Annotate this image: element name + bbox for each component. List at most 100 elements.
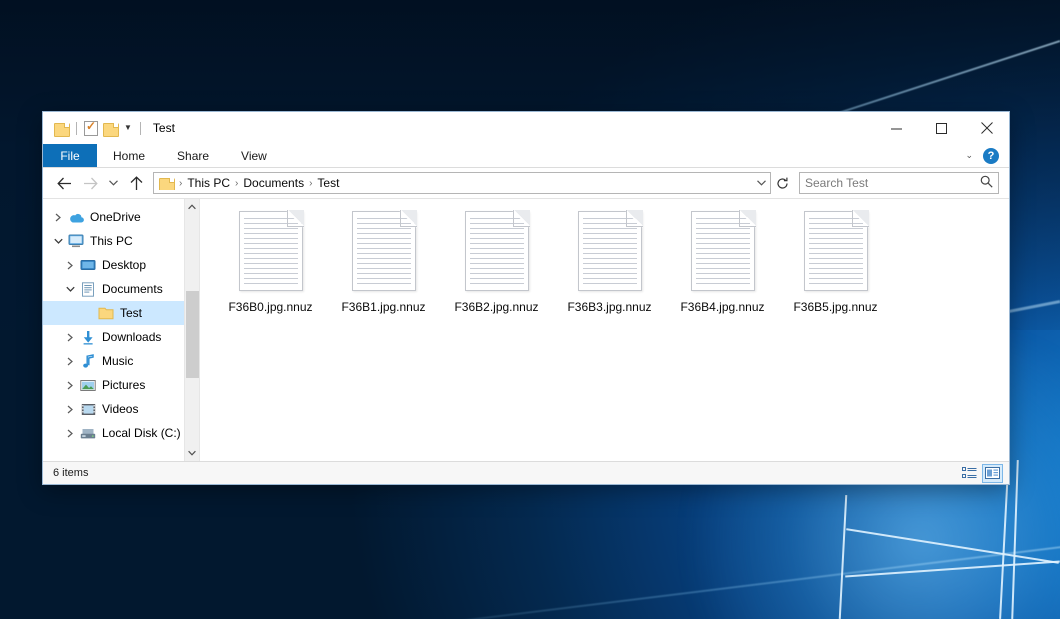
sidebar-item-documents[interactable]: Documents [43, 277, 199, 301]
thispc-icon [67, 234, 85, 248]
videos-icon [79, 403, 97, 416]
expander-chevron-icon[interactable] [61, 357, 79, 366]
tab-view[interactable]: View [225, 144, 283, 167]
file-name: F36B1.jpg.nnuz [341, 300, 425, 314]
address-bar: › This PC › Documents › Test [43, 168, 1009, 198]
folder-icon [97, 306, 115, 320]
breadcrumb-item-this-pc[interactable]: This PC [183, 176, 234, 190]
recent-locations-button[interactable] [103, 171, 123, 195]
search-box[interactable] [799, 172, 999, 194]
file-list-area[interactable]: F36B0.jpg.nnuz F36B1.jpg.nnuz [199, 199, 1009, 461]
scroll-down-arrow-icon[interactable] [185, 445, 200, 461]
sidebar-item-label: This PC [85, 234, 133, 248]
scrollbar-thumb[interactable] [186, 291, 199, 378]
view-toggle-group [959, 464, 1003, 483]
music-icon [79, 354, 97, 369]
sidebar-item-music[interactable]: Music [43, 349, 199, 373]
divider [76, 122, 77, 135]
list-item[interactable]: F36B4.jpg.nnuz [666, 207, 779, 327]
unknown-file-icon [465, 211, 529, 291]
expander-chevron-icon[interactable] [61, 405, 79, 414]
file-name: F36B4.jpg.nnuz [680, 300, 764, 314]
downloads-icon [79, 330, 97, 345]
expander-chevron-icon[interactable] [61, 333, 79, 342]
file-name: F36B0.jpg.nnuz [228, 300, 312, 314]
breadcrumb-folder-icon[interactable] [159, 177, 174, 190]
sidebar-item-downloads[interactable]: Downloads [43, 325, 199, 349]
title-bar: ▼ Test [43, 112, 1009, 144]
list-item[interactable]: F36B5.jpg.nnuz [779, 207, 892, 327]
sidebar-item-onedrive[interactable]: OneDrive [43, 205, 199, 229]
window-title: Test [153, 121, 175, 135]
scrollbar-track[interactable] [185, 215, 200, 445]
refresh-button[interactable] [771, 172, 793, 194]
divider [140, 122, 141, 135]
breadcrumb: › This PC › Documents › Test [154, 176, 752, 190]
sidebar-item-desktop[interactable]: Desktop [43, 253, 199, 277]
unknown-file-icon [691, 211, 755, 291]
sidebar-item-label: Videos [97, 402, 138, 416]
scroll-up-arrow-icon[interactable] [185, 199, 200, 215]
navigation-pane: OneDrive This PC [43, 199, 199, 461]
expander-chevron-icon[interactable] [49, 213, 67, 222]
expander-chevron-icon[interactable] [61, 261, 79, 270]
sidebar-item-label: Desktop [97, 258, 146, 272]
list-item[interactable]: F36B0.jpg.nnuz [214, 207, 327, 327]
sidebar-item-label: Documents [97, 282, 163, 296]
large-icons-view-button[interactable] [982, 464, 1003, 483]
expander-chevron-icon[interactable] [49, 238, 67, 245]
customize-chevron-icon[interactable]: ▼ [123, 124, 133, 132]
sidebar-item-label: Downloads [97, 330, 161, 344]
sidebar-item-label: Test [115, 306, 142, 320]
forward-button[interactable] [77, 171, 103, 195]
tab-home[interactable]: Home [97, 144, 161, 167]
sidebar-item-local-disk-c[interactable]: Local Disk (C:) [43, 421, 199, 445]
status-bar: 6 items [43, 461, 1009, 484]
search-icon[interactable] [980, 175, 993, 191]
search-input[interactable] [805, 176, 980, 190]
expander-placeholder: › [79, 308, 97, 318]
list-item[interactable]: F36B1.jpg.nnuz [327, 207, 440, 327]
properties-icon[interactable] [84, 121, 98, 136]
details-view-button[interactable] [959, 464, 980, 483]
expand-ribbon-chevron-icon[interactable]: ⌄ [965, 150, 973, 161]
sidebar-item-test[interactable]: › Test [43, 301, 199, 325]
desktop: ▼ Test File Home Share View [0, 0, 1060, 619]
onedrive-icon [67, 211, 85, 224]
sidebar-item-this-pc[interactable]: This PC [43, 229, 199, 253]
file-name: F36B3.jpg.nnuz [567, 300, 651, 314]
item-count-label: 6 items [53, 467, 88, 479]
new-folder-icon[interactable] [103, 122, 118, 135]
file-explorer-window: ▼ Test File Home Share View [42, 111, 1010, 485]
sidebar-item-pictures[interactable]: Pictures [43, 373, 199, 397]
help-button[interactable]: ? [983, 148, 999, 164]
explorer-body: OneDrive This PC [43, 198, 1009, 461]
tab-share[interactable]: Share [161, 144, 225, 167]
ribbon-tabs: File Home Share View ⌄ ? [43, 144, 1009, 168]
sidebar-item-label: Local Disk (C:) [97, 426, 181, 440]
folder-icon[interactable] [54, 122, 69, 135]
minimize-button[interactable] [874, 112, 919, 144]
list-item[interactable]: F36B3.jpg.nnuz [553, 207, 666, 327]
close-button[interactable] [964, 112, 1009, 144]
list-item[interactable]: F36B2.jpg.nnuz [440, 207, 553, 327]
file-name: F36B5.jpg.nnuz [793, 300, 877, 314]
up-button[interactable] [123, 171, 149, 195]
address-dropdown-chevron-icon[interactable] [752, 180, 770, 186]
unknown-file-icon [352, 211, 416, 291]
breadcrumb-item-test[interactable]: Test [313, 176, 343, 190]
expander-chevron-icon[interactable] [61, 429, 79, 438]
sidebar-item-videos[interactable]: Videos [43, 397, 199, 421]
expander-chevron-icon[interactable] [61, 286, 79, 293]
back-button[interactable] [51, 171, 77, 195]
expander-chevron-icon[interactable] [61, 381, 79, 390]
sidebar-item-label: Music [97, 354, 133, 368]
tab-file[interactable]: File [43, 144, 97, 167]
maximize-button[interactable] [919, 112, 964, 144]
unknown-file-icon [804, 211, 868, 291]
window-controls [874, 112, 1009, 144]
documents-icon [79, 282, 97, 297]
sidebar-scrollbar[interactable] [184, 199, 199, 461]
breadcrumb-bar[interactable]: › This PC › Documents › Test [153, 172, 771, 194]
breadcrumb-item-documents[interactable]: Documents [239, 176, 308, 190]
